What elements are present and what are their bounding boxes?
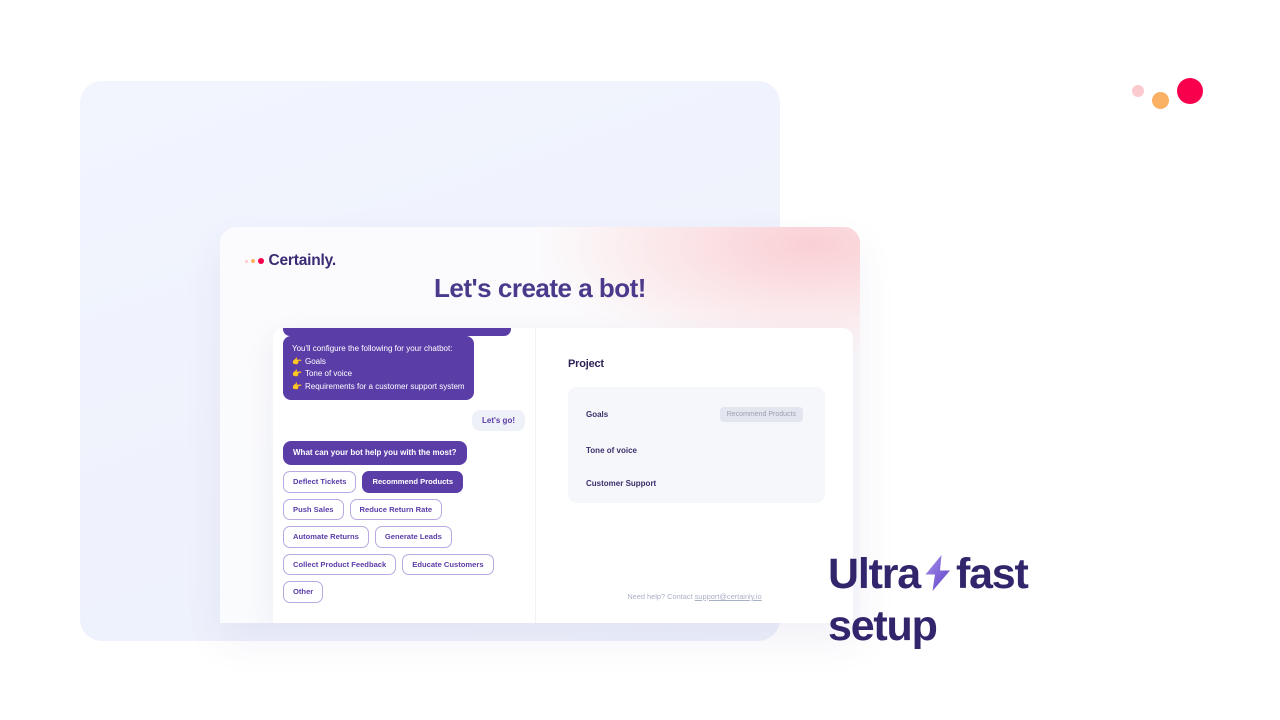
promo-headline: Ultra fast setup	[828, 548, 1128, 652]
chat-option-list: Deflect Tickets Recommend Products Push Sa…	[283, 471, 523, 603]
project-summary-card: Goals Recommend Products Tone of voice Cust…	[568, 387, 825, 503]
project-row: Tone of voice	[586, 446, 803, 455]
promo-word-setup: setup	[828, 602, 938, 650]
intro-item-2: 👉 Requirements for a customer support sys…	[292, 381, 465, 393]
support-line: Need help? Contact support@certainly.io	[536, 592, 853, 601]
project-row-label: Tone of voice	[586, 446, 637, 455]
logo-dot-1	[245, 259, 248, 263]
promo-word-ultra: Ultra	[828, 550, 921, 598]
chat-option-collect-product-feedback[interactable]: Collect Product Feedback	[283, 553, 397, 576]
logo-dot-3	[257, 258, 264, 264]
intro-heading: You'll configure the following for your …	[292, 344, 453, 353]
chat-option-automate-returns[interactable]: Automate Returns	[283, 526, 369, 548]
logo-dots-icon	[245, 258, 264, 264]
chat-option-generate-leads[interactable]: Generate Leads	[374, 526, 452, 548]
chat-bubble-user-reply: Let's go!	[471, 410, 525, 431]
chat-option-deflect-tickets[interactable]: Deflect Tickets	[283, 471, 357, 493]
logo-wordmark: Certainly.	[268, 252, 337, 269]
project-row: Goals Recommend Products	[586, 407, 803, 422]
pointing-hand-icon: 👉	[292, 369, 302, 379]
intro-item-1-label: Tone of voice	[304, 369, 353, 379]
project-title: Project	[568, 358, 604, 370]
project-row-label: Customer Support	[586, 479, 657, 488]
lightning-bolt-icon	[925, 555, 950, 591]
chat-option-push-sales[interactable]: Push Sales	[283, 498, 344, 521]
page-title: Let's create a bot!	[434, 273, 646, 303]
chat-bubble-question-wrap: What can your bot help you with the most…	[283, 441, 467, 466]
intro-item-0-label: Goals	[304, 357, 326, 367]
intro-item-0: 👉 Goals	[292, 356, 465, 368]
promo-word-fast: fast	[955, 550, 1029, 598]
certainly-logo[interactable]: Certainly.	[245, 252, 336, 270]
screenshot-root: Certainly. Let's create a bot! You'll co…	[0, 0, 1280, 720]
project-row-badge: Recommend Products	[719, 407, 803, 422]
project-column: Project Goals Recommend Products Tone of v…	[536, 328, 853, 623]
wizard-panel: You'll configure the following for your …	[273, 328, 853, 623]
chat-bubble-clipped-above	[283, 328, 511, 336]
support-email-link[interactable]: support@certainly.io	[695, 592, 762, 601]
chat-bubble-intro: You'll configure the following for your …	[283, 336, 511, 400]
chat-bubble-question: What can your bot help you with the most…	[283, 441, 467, 466]
decor-dot-small	[1132, 85, 1144, 97]
app-window: Certainly. Let's create a bot! You'll co…	[220, 227, 860, 623]
chat-column: You'll configure the following for your …	[273, 328, 536, 623]
logo-dot-2	[250, 258, 255, 264]
chat-option-recommend-products[interactable]: Recommend Products	[362, 471, 464, 493]
intro-item-1: 👉 Tone of voice	[292, 368, 465, 380]
intro-item-2-label: Requirements for a customer support syst…	[304, 381, 465, 391]
pointing-hand-icon: 👉	[292, 357, 302, 367]
project-row-label: Goals	[586, 410, 609, 419]
project-row: Customer Support	[586, 479, 803, 488]
chat-bubble-intro-body: You'll configure the following for your …	[283, 336, 474, 400]
chat-option-other[interactable]: Other	[283, 581, 324, 603]
pointing-hand-icon: 👉	[292, 381, 302, 391]
support-prefix: Need help? Contact	[627, 592, 695, 601]
promo-backdrop-card: Certainly. Let's create a bot! You'll co…	[80, 81, 860, 641]
chat-option-educate-customers[interactable]: Educate Customers	[402, 553, 494, 576]
decor-dot-large	[1177, 78, 1203, 104]
chat-option-reduce-return-rate[interactable]: Reduce Return Rate	[349, 498, 443, 521]
chat-bubble-user-wrap: Let's go!	[471, 410, 525, 431]
decor-dot-medium	[1152, 92, 1169, 109]
